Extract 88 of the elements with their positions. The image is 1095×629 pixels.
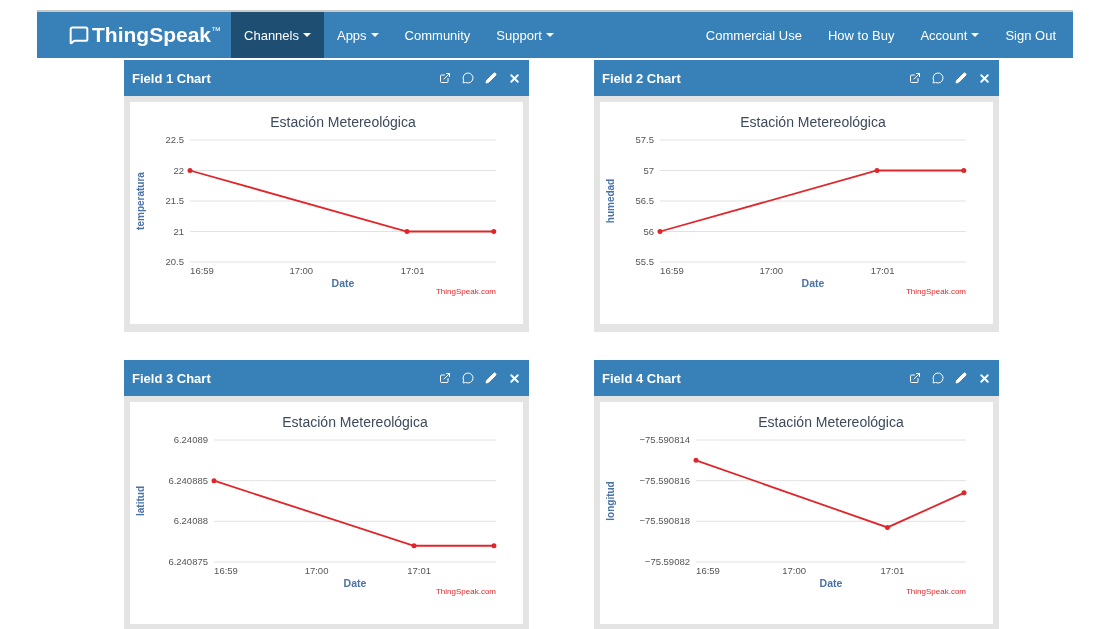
panel-title: Field 4 Chart [602, 370, 682, 386]
nav-link[interactable]: Community [391, 12, 484, 58]
axis-tick-label: 17:01 [400, 265, 425, 276]
axis-tick-label: 55.5 [635, 256, 654, 267]
pencil-icon[interactable] [485, 72, 497, 84]
nav-link[interactable]: Account [907, 12, 993, 58]
data-point [884, 524, 890, 530]
data-point [404, 229, 410, 234]
axis-tick-label: 21.5 [165, 195, 184, 206]
external-link-icon[interactable] [909, 372, 921, 384]
comment-icon[interactable] [932, 372, 944, 384]
data-point [961, 490, 967, 496]
axis-tick-label: 17:00 [759, 265, 784, 276]
close-icon[interactable] [508, 71, 521, 85]
close-icon[interactable] [978, 71, 991, 85]
axis-tick-label: 6.240885 [168, 474, 208, 486]
credit-link[interactable]: ThingSpeak.com [905, 287, 966, 296]
axis-tick-label: 57.5 [635, 134, 654, 145]
axis-tick-label: 6.24088 [173, 515, 208, 527]
axis-tick-label: −75.59082 [644, 556, 690, 567]
nav-link[interactable]: Apps [323, 12, 392, 58]
pencil-icon[interactable] [955, 72, 967, 84]
axis-tick-label: 16:59 [660, 265, 684, 276]
axis-tick-label: 6.24089 [173, 434, 208, 445]
axis-tick-label: 20.5 [165, 256, 184, 267]
external-link-icon[interactable] [439, 72, 451, 84]
axis-tick-label: 16:59 [214, 565, 238, 576]
axis-title: latitud [135, 486, 146, 516]
axis-tick-label: 57 [643, 164, 654, 176]
data-point [187, 168, 193, 173]
axis-tick-label: −75.590816 [639, 474, 690, 486]
comment-icon[interactable] [462, 372, 474, 384]
chart-title: Estación Metereológica [270, 114, 416, 130]
axis-title: longitud [605, 481, 616, 521]
axis-tick-label: 17:01 [880, 565, 905, 576]
pencil-icon[interactable] [955, 372, 967, 384]
axis-tick-label: 17:00 [782, 565, 807, 576]
external-link-icon[interactable] [439, 372, 451, 384]
close-icon[interactable] [508, 371, 521, 385]
nav-link[interactable]: Sign Out [992, 12, 1069, 58]
axis-tick-label: 6.240875 [168, 556, 208, 567]
credit-link[interactable]: ThingSpeak.com [435, 287, 496, 296]
axis-title: Date [331, 277, 355, 289]
axis-tick-label: 17:01 [407, 565, 431, 576]
chart-title: Estación Metereológica [282, 414, 428, 430]
nav-link[interactable]: Channels [231, 12, 324, 58]
chart-title: Estación Metereológica [758, 414, 904, 430]
data-point [491, 543, 497, 549]
axis-title: Date [819, 577, 843, 589]
panel-title: Field 2 Chart [602, 70, 682, 86]
axis-title: temperatura [135, 172, 146, 230]
pencil-icon[interactable] [485, 372, 497, 384]
data-point [657, 229, 663, 234]
axis-tick-label: 17:01 [870, 265, 895, 276]
data-point [874, 168, 880, 173]
axis-tick-label: 21 [173, 225, 184, 237]
comment-icon[interactable] [932, 72, 944, 84]
credit-link[interactable]: ThingSpeak.com [435, 587, 496, 596]
axis-title: Date [343, 577, 367, 589]
axis-tick-label: 16:59 [190, 265, 214, 276]
data-point [491, 229, 497, 234]
axis-tick-label: 22 [173, 164, 184, 176]
axis-tick-label: −75.590818 [639, 515, 690, 527]
panel-title: Field 1 Chart [132, 70, 212, 86]
external-link-icon[interactable] [909, 72, 921, 84]
data-point [211, 478, 217, 484]
axis-tick-label: 22.5 [165, 134, 184, 145]
data-point [411, 543, 417, 549]
nav-link[interactable]: How to Buy [814, 12, 908, 58]
logo[interactable]: ThingSpeak$^{™}$ [92, 23, 222, 47]
axis-title: Date [801, 277, 825, 289]
axis-tick-label: 56 [643, 225, 654, 237]
axis-tick-label: 17:00 [289, 265, 314, 276]
nav-link[interactable]: Commercial Use [692, 12, 815, 58]
panel-title: Field 3 Chart [132, 370, 212, 386]
nav-link[interactable]: Support [483, 12, 567, 58]
comment-icon[interactable] [462, 72, 474, 84]
axis-title: humedad [605, 178, 616, 224]
data-point [961, 168, 967, 173]
speech-bubble-icon [69, 25, 89, 45]
axis-tick-label: −75.590814 [639, 434, 690, 445]
credit-link[interactable]: ThingSpeak.com [905, 587, 966, 596]
axis-tick-label: 16:59 [696, 565, 720, 576]
data-point [693, 457, 699, 463]
close-icon[interactable] [978, 371, 991, 385]
axis-tick-label: 56.5 [635, 195, 654, 206]
chart-title: Estación Metereológica [740, 114, 886, 130]
axis-tick-label: 17:00 [304, 565, 329, 576]
